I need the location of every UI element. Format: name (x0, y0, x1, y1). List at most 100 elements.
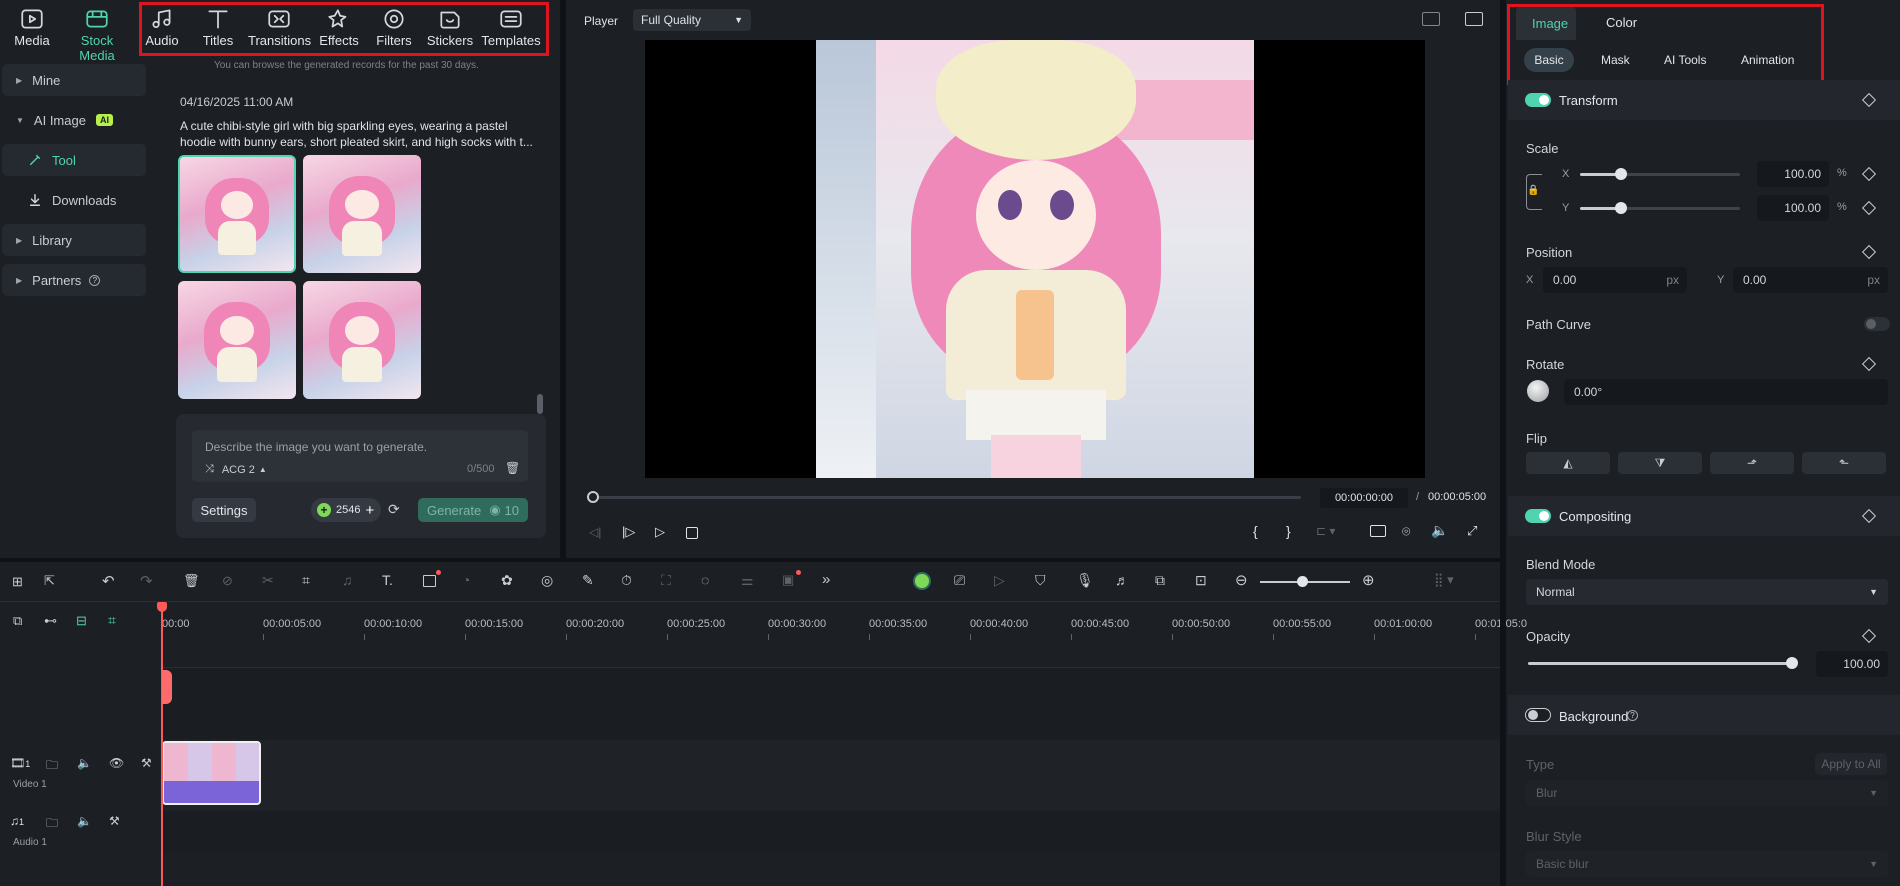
snapshot-camera-icon[interactable]: ⌾ (1402, 523, 1410, 540)
zoom-slider-knob[interactable] (1297, 576, 1308, 587)
rotate-field[interactable]: 0.00° (1564, 379, 1888, 405)
ripple-delete-icon[interactable]: ⊘ (222, 573, 233, 589)
nav-transitions[interactable]: Transitions (248, 6, 311, 52)
audio-edit-icon[interactable]: ♫ (342, 572, 353, 588)
folder-icon[interactable]: 🗀 (46, 814, 58, 835)
crop-icon[interactable]: ⌗ (302, 572, 310, 589)
delete-icon[interactable]: 🗑 (183, 573, 200, 589)
replace-clip-icon[interactable]: ⧉ (1155, 572, 1165, 589)
nav-filters[interactable]: Filters (364, 6, 424, 52)
nav-media[interactable]: Media (2, 6, 62, 52)
stop-icon[interactable] (686, 527, 698, 539)
path-curve-toggle[interactable] (1864, 317, 1890, 331)
waveform-monitor-icon[interactable] (1465, 12, 1483, 26)
transform-toggle[interactable] (1525, 93, 1551, 107)
redo-icon[interactable]: ↷ (140, 572, 153, 590)
timeline-view-icon[interactable]: ⣿ ▾ (1434, 572, 1454, 588)
scale-y-slider-knob[interactable] (1615, 202, 1627, 214)
sidebar-item-partners[interactable]: ▶ Partners ? (2, 264, 146, 296)
ai-edit-icon[interactable]: ✎ (582, 572, 594, 589)
position-x-field[interactable]: 0.00 px (1543, 267, 1687, 293)
opacity-slider-track[interactable] (1528, 662, 1794, 665)
screen-record-icon[interactable]: ⎚ (954, 572, 965, 589)
nav-effects[interactable]: Effects (309, 6, 369, 52)
refresh-icon[interactable]: ⟳ (388, 501, 400, 518)
sidebar-item-tool[interactable]: Tool (2, 144, 146, 176)
compositing-toggle[interactable] (1525, 509, 1551, 523)
tab-image[interactable]: Image (1532, 16, 1568, 31)
subtab-mask[interactable]: Mask (1601, 53, 1630, 67)
playhead-handle[interactable] (162, 670, 172, 704)
fit-timeline-icon[interactable]: ⊡ (1195, 572, 1207, 589)
magnet-snap-icon[interactable]: ⌗ (108, 612, 116, 629)
music-list-icon[interactable]: ♬ (1115, 572, 1129, 588)
grid-view-icon[interactable] (1422, 12, 1440, 26)
bg-type-dropdown[interactable]: Blur ▼ (1526, 780, 1888, 806)
mark-out-icon[interactable]: } (1286, 523, 1291, 539)
step-play-icon[interactable]: |▷ (622, 524, 635, 540)
mark-in-icon[interactable]: { (1253, 523, 1258, 539)
select-arrow-icon[interactable]: ⇱ (44, 573, 55, 589)
nav-titles[interactable]: Titles (188, 6, 248, 52)
eye-visibility-icon[interactable]: 👁 (109, 756, 124, 770)
prev-frame-icon[interactable]: ◁| (589, 525, 601, 539)
flip-vertical-button[interactable]: ⧩ (1618, 452, 1702, 474)
adjust-icon[interactable]: ⚌ (741, 572, 754, 589)
playhead-head[interactable] (157, 602, 167, 612)
add-track-icon[interactable]: ⧉ (13, 613, 22, 629)
video-clip[interactable] (162, 741, 261, 805)
nav-stock-media[interactable]: Stock Media (62, 6, 132, 63)
zoom-out-icon[interactable]: ⊖ (1235, 571, 1248, 589)
split-scissors-icon[interactable]: ✂ (262, 572, 274, 589)
sidebar-item-downloads[interactable]: Downloads (2, 184, 146, 216)
mute-volume-icon[interactable]: 🔈 (77, 756, 92, 770)
mute-volume-icon[interactable]: 🔈 (77, 814, 92, 828)
help-icon[interactable]: ? (89, 274, 101, 286)
microphone-icon[interactable]: 🎙 (1076, 572, 1094, 589)
subtab-basic[interactable]: Basic (1524, 48, 1574, 72)
video-track-lane[interactable] (160, 740, 1500, 810)
tab-color[interactable]: Color (1606, 15, 1637, 30)
rectangle-tool-icon[interactable] (423, 575, 436, 587)
ai-color-icon[interactable]: ◎ (541, 572, 553, 589)
play-icon[interactable]: ▷ (655, 524, 665, 540)
playhead-line[interactable] (161, 604, 163, 886)
generated-image-thumbnail[interactable] (303, 281, 421, 399)
empty-track-area[interactable] (160, 669, 1500, 739)
settings-button[interactable]: Settings (192, 498, 256, 522)
model-selector[interactable]: ⤨ ACG 2 ▲ (205, 463, 267, 476)
opacity-field[interactable]: 100.00 (1816, 651, 1888, 677)
timer-icon[interactable]: ⏱ (621, 572, 632, 589)
prompt-input[interactable]: Describe the image you want to generate. (205, 440, 427, 454)
tts-icon[interactable]: ▣ (782, 572, 794, 588)
generated-image-thumbnail[interactable] (303, 155, 421, 273)
generated-image-thumbnail[interactable] (178, 155, 296, 273)
subtab-ai-tools[interactable]: AI Tools (1664, 53, 1706, 67)
lock-track-icon[interactable]: ⚒ (141, 756, 152, 770)
mask-tool-icon[interactable]: ◌ (701, 572, 709, 588)
more-tools-icon[interactable]: » (822, 571, 830, 588)
rotate-right-button[interactable]: ⬏ (1710, 452, 1794, 474)
blur-style-dropdown[interactable]: Basic blur ▼ (1526, 851, 1888, 877)
undo-icon[interactable]: ↶ (102, 572, 115, 590)
help-icon[interactable]: ? (1627, 710, 1638, 721)
progress-track[interactable] (593, 496, 1301, 499)
layout-grid-icon[interactable]: ⊞ (12, 574, 23, 590)
track-layout-icon[interactable]: ⊟ (76, 613, 87, 629)
folder-icon[interactable]: 🗀 (46, 756, 58, 777)
generated-image-thumbnail[interactable] (178, 281, 296, 399)
flip-horizontal-button[interactable]: ◭ (1526, 452, 1610, 474)
position-y-field[interactable]: 0.00 px (1733, 267, 1888, 293)
volume-icon[interactable]: 🔈 (1431, 522, 1448, 539)
audio-track-lane[interactable] (160, 812, 1500, 852)
rotate-left-button[interactable]: ⬑ (1802, 452, 1886, 474)
trash-icon[interactable]: 🗑 (505, 461, 520, 475)
fullscreen-icon[interactable]: ⤢ (1467, 523, 1477, 539)
quality-dropdown[interactable]: Full Quality ▼ (633, 9, 751, 31)
display-settings-icon[interactable] (1370, 525, 1386, 537)
speed-icon[interactable]: ◔ (462, 572, 470, 588)
nav-audio[interactable]: Audio (132, 6, 192, 52)
lock-track-icon[interactable]: ⚒ (109, 814, 120, 828)
opacity-slider-knob[interactable] (1786, 657, 1798, 669)
rotate-dial[interactable] (1527, 380, 1549, 402)
